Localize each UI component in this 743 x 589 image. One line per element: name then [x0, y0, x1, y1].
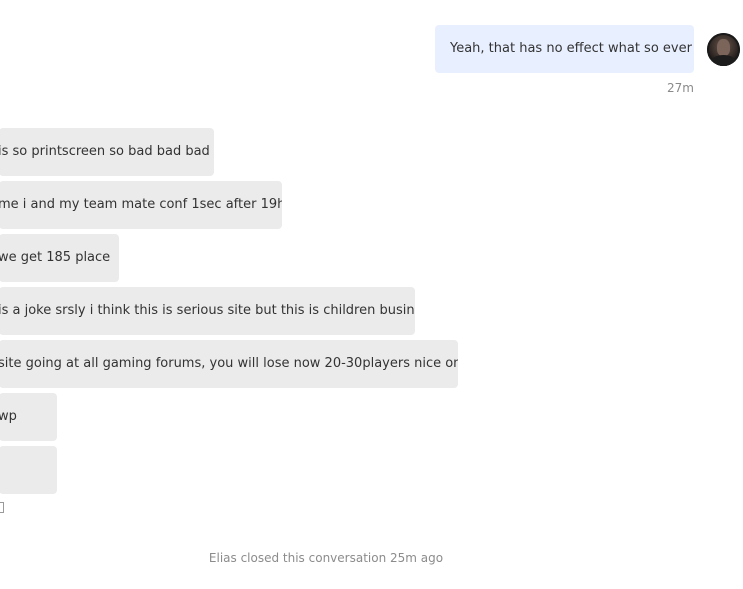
incoming-message: is a joke srsly i think this is serious … — [0, 287, 415, 335]
incoming-message: is so printscreen so bad bad bad — [0, 128, 214, 176]
incoming-message: me i and my team mate conf 1sec after 19… — [0, 181, 282, 229]
conversation-view: Yeah, that has no effect what so ever 27… — [0, 0, 743, 589]
incoming-message: we get 185 place — [0, 234, 119, 282]
conversation-status: Elias closed this conversation 25m ago — [208, 551, 444, 565]
incoming-message-text: is a joke srsly i think this is serious … — [0, 303, 415, 318]
incoming-message-text: wp — [0, 409, 17, 424]
incoming-message — [0, 446, 57, 494]
incoming-message: site going at all gaming forums, you wil… — [0, 340, 458, 388]
avatar-shoulders — [711, 55, 736, 66]
outgoing-message-text: Yeah, that has no effect what so ever — [450, 41, 692, 56]
agent-avatar[interactable] — [707, 33, 740, 66]
avatar-face — [717, 39, 730, 56]
read-receipt-icon — [0, 502, 4, 513]
incoming-message-text: we get 185 place — [0, 250, 111, 265]
outgoing-timestamp: 27m — [667, 81, 694, 95]
incoming-message-text: is so printscreen so bad bad bad — [0, 144, 210, 159]
incoming-message-text: site going at all gaming forums, you wil… — [0, 356, 458, 371]
incoming-message: wp — [0, 393, 57, 441]
incoming-message-text: me i and my team mate conf 1sec after 19… — [0, 197, 282, 212]
outgoing-message: Yeah, that has no effect what so ever — [435, 25, 694, 73]
